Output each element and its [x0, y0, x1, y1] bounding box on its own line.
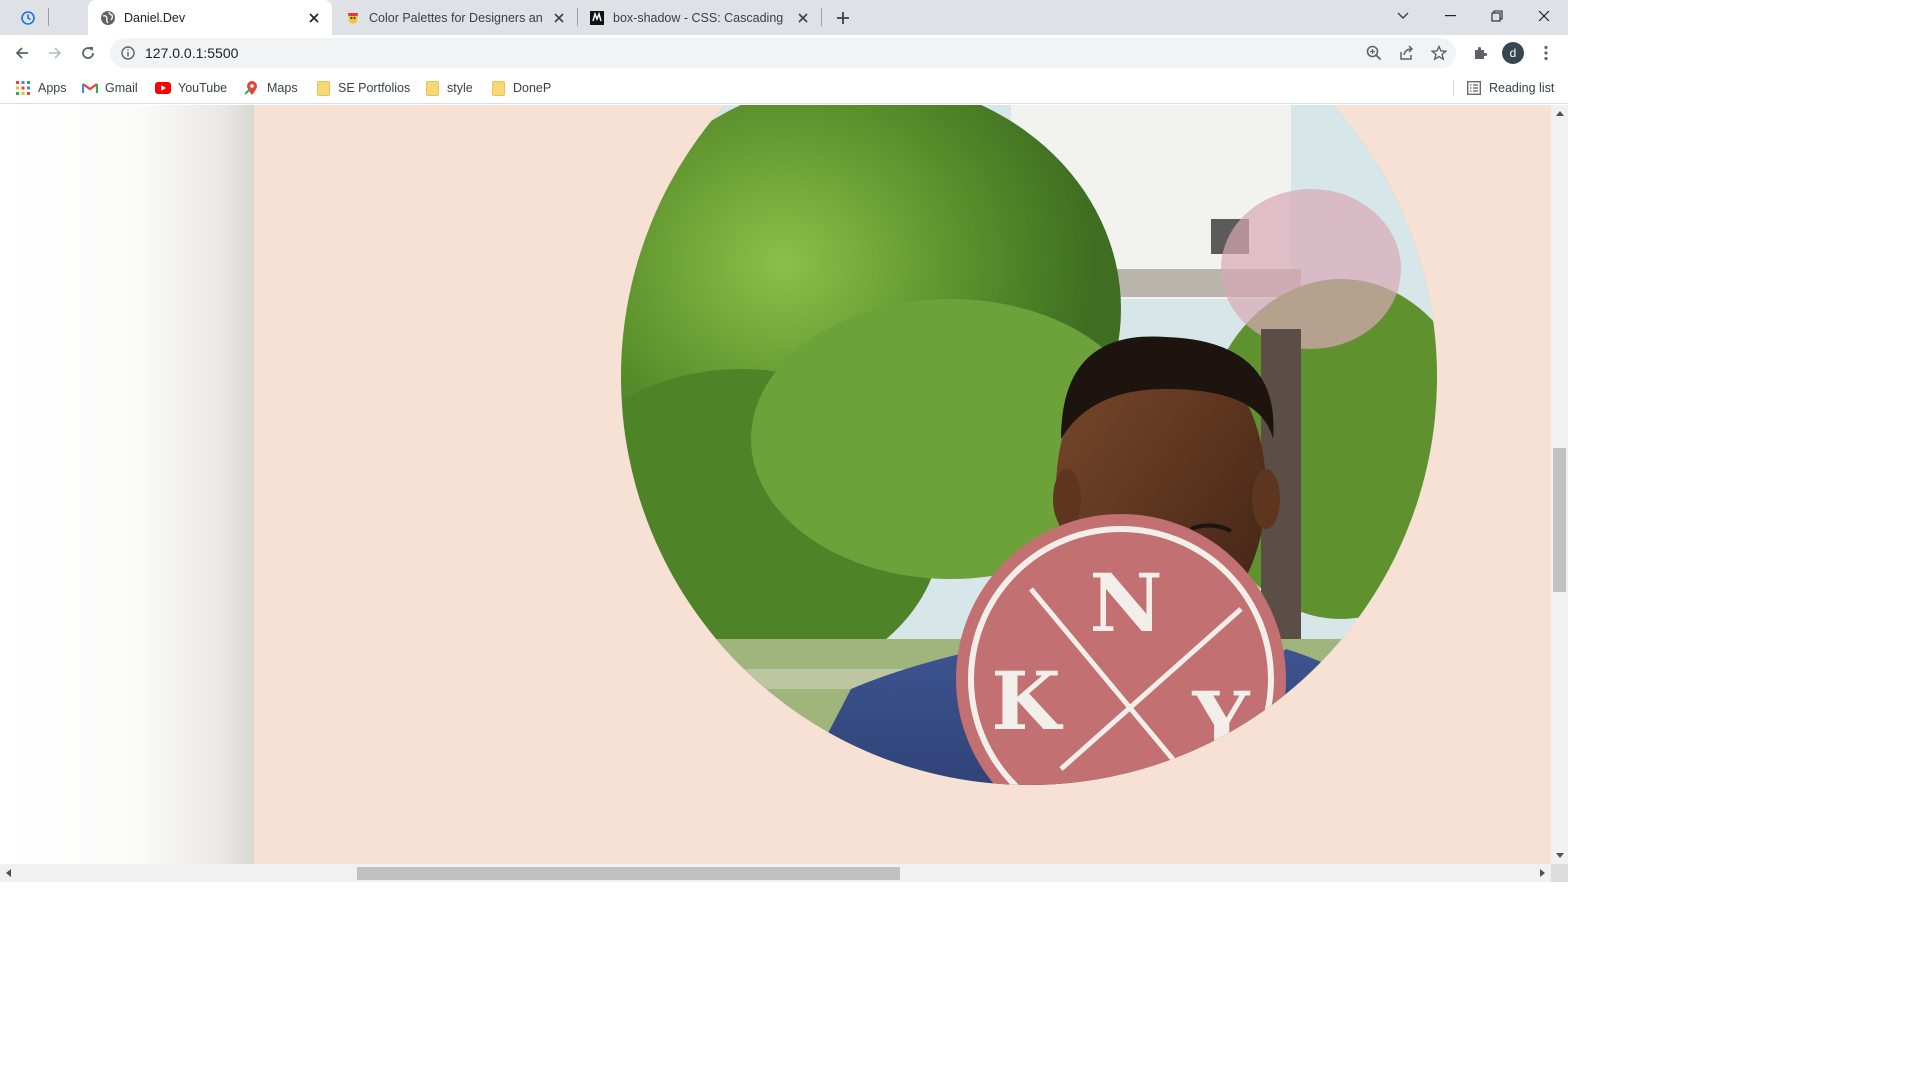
mdn-icon [589, 10, 605, 26]
chevron-down-icon [1397, 12, 1409, 19]
close-tab-icon[interactable] [306, 10, 322, 26]
tab-search-dropdown-button[interactable] [1380, 0, 1426, 32]
bookmark-star-icon[interactable] [1430, 44, 1448, 62]
tab-pinned-empty[interactable] [52, 4, 86, 32]
tab-title: box-shadow - CSS: Cascading Sty [613, 10, 787, 25]
restore-icon [1491, 10, 1503, 22]
youtube-icon [155, 80, 171, 96]
site-info-icon[interactable] [120, 45, 136, 61]
bookmarks-separator [1453, 80, 1454, 96]
tab-title: Color Palettes for Designers and [369, 10, 543, 25]
scroll-right-arrow[interactable] [1534, 864, 1551, 882]
scrollbar-corner [1551, 864, 1568, 882]
tab-search-history-button[interactable] [8, 4, 48, 32]
tab-color-palettes[interactable]: Color Palettes for Designers and [333, 0, 577, 35]
bookmark-style[interactable]: style [424, 78, 473, 98]
shirt-letter-k: K [991, 654, 1063, 748]
bookmark-se-portfolios[interactable]: SE Portfolios [315, 78, 410, 98]
new-tab-button[interactable] [830, 5, 856, 31]
side-panel [0, 105, 254, 864]
tab-title: Daniel.Dev [124, 10, 186, 25]
reading-list-button[interactable]: Reading list [1466, 78, 1554, 98]
more-vert-icon [1544, 45, 1548, 61]
tab-daniel-dev[interactable]: Daniel.Dev [88, 0, 332, 35]
arrow-left-icon [15, 47, 28, 59]
close-tab-icon[interactable] [551, 10, 567, 26]
reading-list-label: Reading list [1489, 81, 1555, 95]
reading-list-icon [1466, 80, 1482, 96]
bookmark-label: Gmail [105, 81, 138, 95]
minimize-icon [1444, 15, 1456, 17]
bookmarks-bar: Apps Gmail YouTube Maps SE Portfolios st… [0, 71, 1568, 104]
scroll-left-arrow[interactable] [0, 864, 17, 882]
gmail-icon [82, 80, 98, 96]
scroll-up-arrow[interactable] [1551, 105, 1568, 122]
bookmark-apps[interactable]: Apps [15, 78, 67, 98]
folder-icon [490, 80, 506, 96]
reload-button[interactable] [74, 39, 102, 67]
bookmark-label: Maps [267, 81, 298, 95]
address-bar[interactable]: 127.0.0.1:5500 [110, 38, 1456, 68]
scroll-down-arrow[interactable] [1551, 847, 1568, 864]
forward-button[interactable] [41, 39, 69, 67]
history-icon [21, 11, 35, 25]
horizontal-scroll-thumb[interactable] [357, 867, 900, 880]
bookmark-youtube[interactable]: YouTube [155, 78, 227, 98]
plus-icon [837, 12, 849, 24]
tab-separator [48, 8, 49, 26]
close-window-button[interactable] [1521, 0, 1567, 32]
close-tab-icon[interactable] [795, 10, 811, 26]
puzzle-icon [1475, 47, 1487, 59]
tab-strip: Daniel.Dev Color Palettes for Designers … [0, 0, 1568, 35]
restore-button[interactable] [1474, 0, 1520, 32]
browser-menu-button[interactable] [1532, 39, 1560, 67]
reload-icon [82, 47, 94, 59]
folder-icon [315, 80, 331, 96]
page-viewport: N K Y [0, 105, 1551, 864]
bookmark-maps[interactable]: Maps [244, 78, 298, 98]
minimize-button[interactable] [1427, 0, 1473, 32]
tab-separator [821, 8, 822, 26]
bookmark-gmail[interactable]: Gmail [82, 78, 138, 98]
share-icon[interactable] [1398, 44, 1416, 62]
bookmark-donep[interactable]: DoneP [490, 78, 551, 98]
maps-icon [244, 80, 260, 96]
bookmark-label: DoneP [513, 81, 552, 95]
bookmark-label: YouTube [178, 81, 228, 95]
tab-box-shadow-mdn[interactable]: box-shadow - CSS: Cascading Sty [577, 0, 821, 35]
zoom-icon[interactable] [1365, 44, 1383, 62]
vertical-scroll-thumb[interactable] [1553, 448, 1566, 592]
bookmark-label: style [447, 81, 473, 95]
close-icon [1538, 10, 1550, 22]
url-text[interactable]: 127.0.0.1:5500 [145, 45, 238, 61]
folder-icon [424, 80, 440, 96]
bookmark-label: Apps [38, 81, 67, 95]
profile-avatar[interactable]: d [1502, 42, 1524, 64]
horizontal-scrollbar[interactable] [0, 864, 1551, 882]
apps-grid-icon [15, 80, 31, 96]
extensions-button[interactable] [1466, 39, 1494, 67]
coolors-icon [345, 10, 361, 26]
bookmark-label: SE Portfolios [338, 81, 411, 95]
vertical-scrollbar[interactable] [1551, 105, 1568, 864]
back-button[interactable] [8, 39, 36, 67]
shirt-letter-n: N [1089, 556, 1162, 650]
arrow-right-icon [49, 47, 62, 59]
browser-toolbar: 127.0.0.1:5500 d [0, 35, 1568, 71]
globe-icon [100, 10, 116, 26]
